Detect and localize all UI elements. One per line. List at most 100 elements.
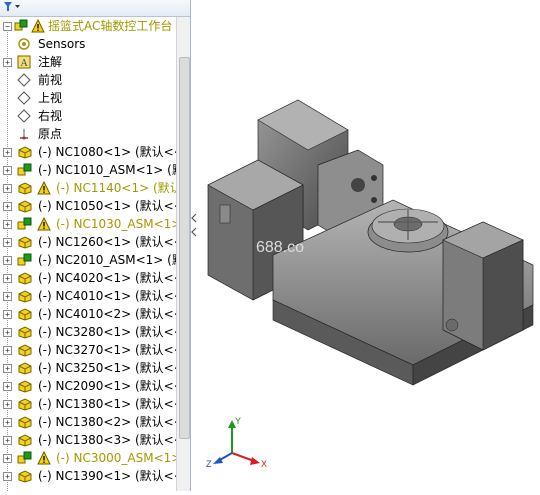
tree-item[interactable]: + (-) NC1380<2> (默认<< — [0, 413, 176, 431]
watermark-text: 688.co — [256, 239, 304, 256]
part-icon — [17, 343, 32, 357]
expand-icon[interactable]: + — [3, 328, 12, 337]
collapse-icon[interactable]: − — [3, 22, 12, 31]
tree-item[interactable]: + (-) NC4010<2> (默认<< — [0, 305, 176, 323]
part-icon — [17, 325, 32, 339]
tree-item[interactable]: + (-) NC1050<1> (默认<< — [0, 197, 176, 215]
tree-item-label: 原点 — [38, 127, 63, 141]
part-icon — [17, 307, 32, 321]
tree-item[interactable]: + (-) NC3270<1> (默认<< — [0, 341, 176, 359]
warning-icon — [31, 18, 45, 33]
expand-icon[interactable]: + — [3, 274, 12, 283]
plane-icon — [17, 109, 31, 123]
tree-root[interactable]: − 摇篮式AC轴数控工作台（ — [0, 17, 190, 35]
part-icon — [17, 289, 32, 303]
vertical-scrollbar[interactable] — [176, 17, 190, 491]
filter-icon[interactable] — [3, 1, 21, 16]
expand-icon[interactable]: + — [3, 310, 12, 319]
tree-item[interactable]: + A 注解 — [0, 53, 176, 71]
filter-bar — [0, 0, 190, 17]
tree-item[interactable]: + (-) NC4010<1> (默认<< — [0, 287, 176, 305]
feature-manager-tree: − 摇篮式AC轴数控工作台（ Sensors + A 注解 前视 上视 右视 原点 + (-) N… — [0, 0, 191, 491]
expand-icon[interactable]: + — [3, 436, 12, 445]
tree-item[interactable]: + (-) NC3250<1> (默认<< — [0, 359, 176, 377]
graphics-viewport[interactable]: 688.co Y X Z — [198, 0, 540, 491]
tree-item[interactable]: 右视 — [0, 107, 176, 125]
expand-icon[interactable]: + — [3, 238, 12, 247]
expand-icon[interactable]: + — [3, 220, 12, 229]
part-icon — [17, 145, 32, 159]
tree-item[interactable]: + (-) NC1380<1> (默认<< — [0, 395, 176, 413]
tree-item[interactable]: + (-) NC2010_ASM<1> (默 — [0, 251, 176, 269]
tree-item-label: (-) NC4010<1> (默认<< — [38, 289, 176, 303]
tree-item-label: (-) NC4020<1> (默认<< — [38, 271, 176, 285]
expand-icon[interactable]: + — [3, 184, 12, 193]
tree-item-label: (-) NC1050<1> (默认<< — [38, 199, 176, 213]
tree-item-label: (-) NC2010_ASM<1> (默 — [38, 253, 176, 267]
axis-triad: Y X Z — [206, 416, 267, 469]
tree-item-label: (-) NC1080<1> (默认<< — [38, 145, 176, 159]
tree-item[interactable]: + (-) NC1260<1> (默认<< — [0, 233, 176, 251]
tree-item-label: (-) NC3270<1> (默认<< — [38, 343, 176, 357]
tree-item-label: (-) NC1030_ASM<1> — [56, 217, 176, 231]
tree-item[interactable]: + (-) NC4020<1> (默认<< — [0, 269, 176, 287]
tree-item[interactable]: + (-) NC3000_ASM<1> — [0, 449, 176, 467]
tree-item-label: (-) NC1390<1> (默认<< — [38, 469, 176, 483]
warning-icon — [37, 450, 51, 465]
tree-item-label: (-) NC1380<1> (默认<< — [38, 397, 176, 411]
part-icon — [17, 271, 32, 285]
expand-icon[interactable]: + — [3, 58, 12, 67]
tree-item-label: (-) NC3280<1> (默认<< — [38, 325, 176, 339]
tree-item[interactable]: + (-) NC1390<1> (默认<< — [0, 467, 176, 485]
expand-icon[interactable]: + — [3, 472, 12, 481]
scroll-thumb[interactable] — [179, 57, 190, 439]
expand-icon[interactable]: + — [3, 292, 12, 301]
expand-icon[interactable]: + — [3, 256, 12, 265]
tree-item-label: 前视 — [38, 73, 63, 87]
tree-item-label: (-) NC3000_ASM<1> — [56, 451, 176, 465]
assembly-icon — [17, 253, 32, 267]
expand-icon[interactable]: + — [3, 418, 12, 427]
plane-icon — [17, 73, 31, 87]
expand-icon[interactable]: + — [3, 400, 12, 409]
tree-item-label: (-) NC1260<1> (默认<< — [38, 235, 176, 249]
tree-item-label: (-) NC3250<1> (默认<< — [38, 361, 176, 375]
tree-item[interactable]: + (-) NC1010_ASM<1> (默 — [0, 161, 176, 179]
warning-icon — [37, 180, 51, 195]
part-icon — [17, 361, 32, 375]
tree-item[interactable]: + (-) NC1080<1> (默认<< — [0, 143, 176, 161]
tree-item[interactable]: 原点 — [0, 125, 176, 143]
tree-item-label: (-) NC1380<2> (默认<< — [38, 415, 176, 429]
tree-item[interactable]: + (-) NC3280<1> (默认<< — [0, 323, 176, 341]
expand-icon[interactable]: + — [3, 382, 12, 391]
sensors-icon — [17, 37, 31, 51]
expand-icon[interactable]: + — [3, 364, 12, 373]
tree-item-label: (-) NC4010<2> (默认<< — [38, 307, 176, 321]
tree-item[interactable]: 上视 — [0, 89, 176, 107]
tree-item[interactable]: 前视 — [0, 71, 176, 89]
tree-item[interactable]: + (-) NC1030_ASM<1> — [0, 215, 176, 233]
part-icon — [17, 433, 32, 447]
tree-item-label: (-) NC1380<3> (默认<< — [38, 433, 176, 447]
part-icon — [17, 235, 32, 249]
tree-item-label: 上视 — [38, 91, 63, 105]
tree-item[interactable]: Sensors — [0, 35, 176, 53]
plane-icon — [17, 91, 31, 105]
y-axis-label: Y — [235, 416, 241, 426]
tree-item[interactable]: + (-) NC1140<1> (默认< — [0, 179, 176, 197]
assembly-icon — [17, 217, 32, 231]
panel-splitter[interactable] — [190, 210, 198, 240]
expand-icon[interactable]: + — [3, 148, 12, 157]
z-axis-label: Z — [206, 459, 212, 469]
expand-icon[interactable]: + — [3, 166, 12, 175]
expand-icon[interactable]: + — [3, 346, 12, 355]
expand-icon[interactable]: + — [3, 454, 12, 463]
tree-item[interactable]: + (-) NC1380<3> (默认<< — [0, 431, 176, 449]
tree-item-label: Sensors — [38, 37, 86, 51]
expand-icon[interactable]: + — [3, 202, 12, 211]
svg-text:A: A — [21, 58, 29, 69]
warning-icon — [37, 216, 51, 231]
tree-item[interactable]: + (-) NC2090<1> (默认<< — [0, 377, 176, 395]
assembly-icon — [14, 19, 28, 33]
tree-item-label: 注解 — [38, 55, 63, 69]
